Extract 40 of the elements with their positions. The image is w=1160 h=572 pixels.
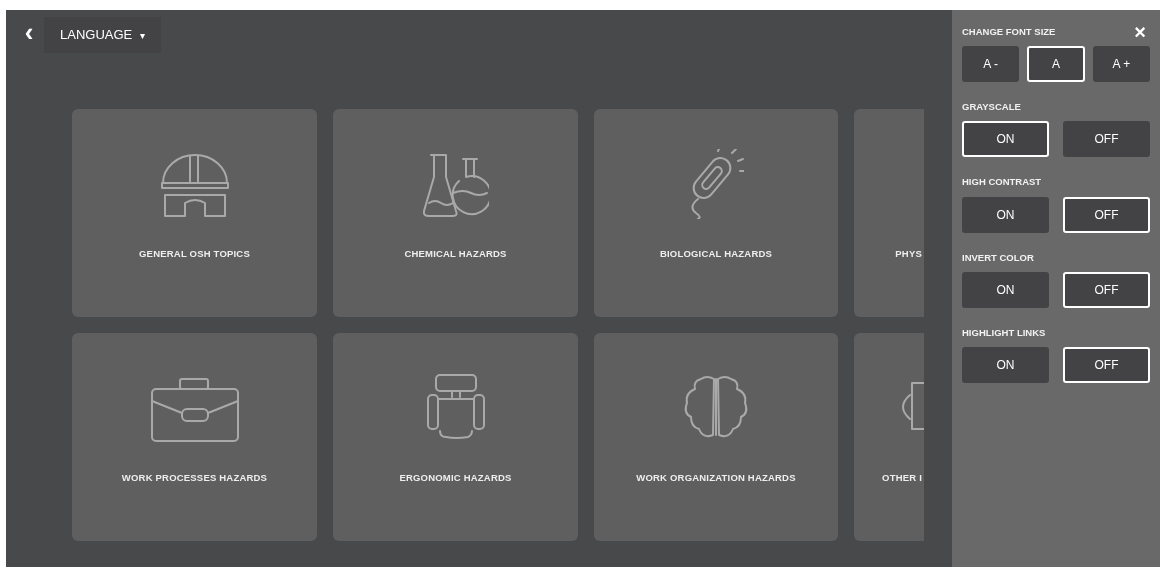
- topic-label: PHYS: [895, 247, 923, 261]
- topic-label: OTHER I: [882, 471, 923, 485]
- section-title: HIGHLIGHT LINKS: [962, 325, 1047, 340]
- close-button[interactable]: ×: [1134, 22, 1146, 42]
- topic-card[interactable]: GENERAL OSH TOPICS: [72, 109, 317, 317]
- topic-card[interactable]: WORK ORGANIZATION HAZARDS: [594, 333, 838, 541]
- section-title: HIGH CONTRAST: [962, 175, 1043, 190]
- topic-card[interactable]: CHEMICAL HAZARDS: [333, 109, 578, 317]
- topic-label: WORK PROCESSES HAZARDS: [121, 471, 268, 485]
- helmet-goggles-icon: [159, 153, 230, 219]
- briefcase-icon: [149, 377, 240, 443]
- option-button[interactable]: OFF: [1063, 271, 1150, 308]
- section-title: GRAYSCALE: [962, 100, 1022, 114]
- topic-label: GENERAL OSH TOPICS: [139, 247, 250, 261]
- caret-icon: ▾: [140, 27, 146, 43]
- option-button[interactable]: ON: [962, 271, 1049, 308]
- option-button[interactable]: ON: [962, 121, 1049, 158]
- option-button[interactable]: OFF: [1063, 347, 1150, 383]
- topic-label: WORK ORGANIZATION HAZARDS: [636, 471, 796, 485]
- bacterium-icon: [688, 149, 744, 219]
- topic-label: BIOLOGICAL HAZARDS: [659, 247, 773, 261]
- topic-label: ERGONOMIC HAZARDS: [399, 471, 512, 485]
- option-button[interactable]: OFF: [1063, 121, 1150, 158]
- topic-card[interactable]: WORK PROCESSES HAZARDS: [72, 333, 317, 541]
- option-button[interactable]: ON: [962, 347, 1049, 383]
- option-button[interactable]: OFF: [1063, 196, 1150, 233]
- section-title: CHANGE FONT SIZE: [962, 24, 1056, 39]
- topic-label: CHEMICAL HAZARDS: [404, 247, 507, 261]
- option-button[interactable]: A +: [1092, 46, 1150, 82]
- option-button[interactable]: A -: [962, 46, 1020, 82]
- topic-card[interactable]: OTHER I: [854, 333, 924, 541]
- option-button[interactable]: ON: [962, 196, 1049, 233]
- back-button[interactable]: ‹: [20, 19, 38, 45]
- topic-card[interactable]: BIOLOGICAL HAZARDS: [594, 109, 838, 317]
- language-dropdown[interactable]: LANGUAGE ▾: [44, 17, 162, 53]
- section-title: INVERT COLOR: [962, 250, 1035, 265]
- option-button[interactable]: A: [1027, 46, 1085, 82]
- topic-card[interactable]: ERGONOMIC HAZARDS: [333, 333, 578, 541]
- topic-card[interactable]: PHYS: [854, 109, 924, 317]
- flasks-icon: [422, 153, 489, 219]
